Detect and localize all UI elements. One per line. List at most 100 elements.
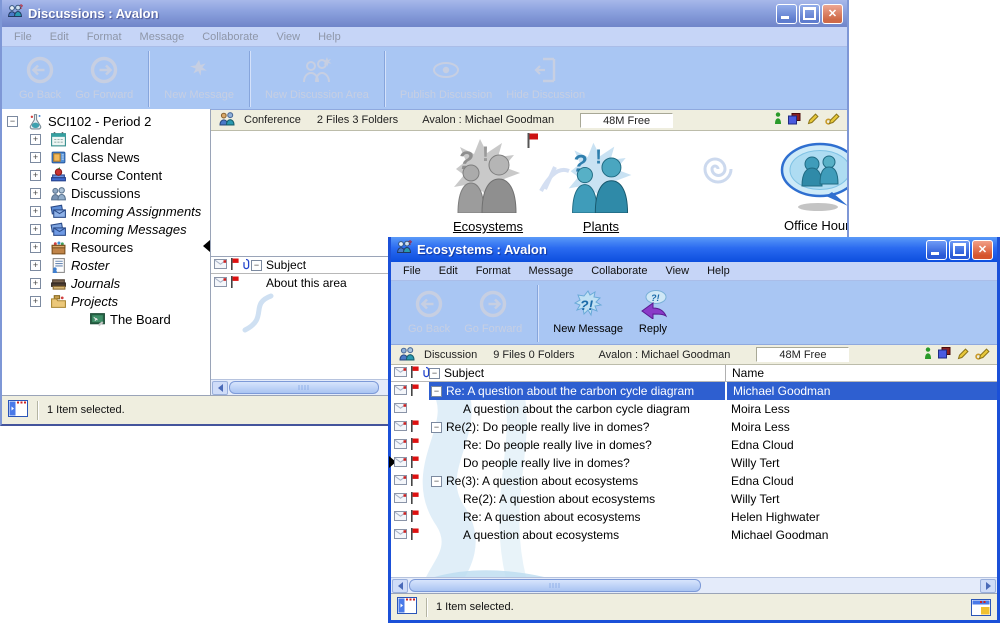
menu-message[interactable]: Message xyxy=(131,31,194,43)
maximize-button[interactable] xyxy=(799,4,820,24)
new-message-button[interactable]: ?! New Message xyxy=(546,283,630,344)
menu-edit[interactable]: Edit xyxy=(430,265,467,277)
discussion-icon xyxy=(398,346,416,364)
expand-icon[interactable]: + xyxy=(30,242,41,253)
scroll-left-button[interactable] xyxy=(392,579,408,593)
title-bar[interactable]: ? Ecosystems : Avalon xyxy=(391,237,997,262)
expand-icon[interactable]: + xyxy=(30,134,41,145)
tree-item[interactable]: + Course Content xyxy=(2,166,210,184)
tree-item[interactable]: + Incoming Assignments xyxy=(2,202,210,220)
collapse-all-icon[interactable]: − xyxy=(429,368,440,379)
horizontal-scrollbar[interactable] xyxy=(391,577,997,593)
message-row[interactable]: − Re: A question about the carbon cycle … xyxy=(391,382,997,400)
expand-icon[interactable]: + xyxy=(30,170,41,181)
go-back-button[interactable]: Go Back xyxy=(401,283,457,344)
expand-icon[interactable]: + xyxy=(30,296,41,307)
expand-icon[interactable]: + xyxy=(30,152,41,163)
menu-edit[interactable]: Edit xyxy=(41,31,78,43)
go-forward-button[interactable]: Go Forward xyxy=(457,283,529,344)
envelope-icon xyxy=(394,366,407,380)
collapse-all-icon[interactable]: − xyxy=(251,260,262,271)
scrollbar-thumb[interactable] xyxy=(229,381,379,394)
tree-item[interactable]: + Journals xyxy=(2,274,210,292)
menu-view[interactable]: View xyxy=(656,265,698,277)
list-header[interactable]: − Subject Name xyxy=(391,365,997,382)
flag-icon xyxy=(410,438,419,453)
menu-help[interactable]: Help xyxy=(698,265,739,277)
message-subject: About this area xyxy=(266,276,347,290)
maximize-button[interactable] xyxy=(949,240,970,260)
desktop-icon-plants[interactable]: ?! Plants xyxy=(551,139,651,234)
message-row[interactable]: − Re(3): A question about ecosystems Edn… xyxy=(391,472,997,490)
menu-format[interactable]: Format xyxy=(78,31,131,43)
message-row[interactable]: Re: Do people really live in domes? Edna… xyxy=(391,436,997,454)
minimize-button[interactable] xyxy=(776,4,797,24)
permissions-icon[interactable] xyxy=(788,113,801,128)
pane-toggle-icon[interactable] xyxy=(8,400,28,420)
tree-item[interactable]: + Resources xyxy=(2,238,210,256)
edit-permissions-icon[interactable] xyxy=(825,112,840,128)
permissions-icon[interactable] xyxy=(938,347,951,362)
presence-icon[interactable] xyxy=(924,347,932,363)
scrollbar-thumb[interactable] xyxy=(409,579,701,592)
title-bar[interactable]: ? Discussions : Avalon xyxy=(2,0,847,27)
view-toggle-icon[interactable] xyxy=(971,599,991,616)
message-subject: A question about ecosystems xyxy=(463,528,619,542)
hide-discussion-button[interactable]: Hide Discussion xyxy=(499,49,592,109)
menu-collaborate[interactable]: Collaborate xyxy=(582,265,656,277)
desktop-icon-ecosystems[interactable]: ?! Ecosystems xyxy=(433,135,543,234)
go-back-button[interactable]: Go Back xyxy=(12,49,68,109)
message-row[interactable]: Do people really live in domes? Willy Te… xyxy=(391,454,997,472)
expand-icon[interactable]: + xyxy=(30,278,41,289)
menu-file[interactable]: File xyxy=(394,265,430,277)
message-row[interactable]: A question about ecosystems Michael Good… xyxy=(391,526,997,544)
tree-item[interactable]: + Class News xyxy=(2,148,210,166)
minimize-button[interactable] xyxy=(926,240,947,260)
message-row[interactable]: Re: A question about ecosystems Helen Hi… xyxy=(391,508,997,526)
new-discussion-area-button[interactable]: New Discussion Area xyxy=(258,49,376,109)
close-button[interactable] xyxy=(822,4,843,24)
edit-permissions-icon[interactable] xyxy=(975,347,990,363)
message-row[interactable]: − Re(2): Do people really live in domes?… xyxy=(391,418,997,436)
tree-item[interactable]: + Calendar xyxy=(2,130,210,148)
expand-icon[interactable]: + xyxy=(30,260,41,271)
scroll-left-button[interactable] xyxy=(212,381,228,395)
go-forward-button[interactable]: Go Forward xyxy=(68,49,140,109)
tree-item[interactable]: + Incoming Messages xyxy=(2,220,210,238)
collapse-icon[interactable]: − xyxy=(431,386,442,397)
presence-icon[interactable] xyxy=(774,112,782,128)
collapse-icon[interactable]: − xyxy=(7,116,18,127)
message-row[interactable]: A question about the carbon cycle diagra… xyxy=(391,400,997,418)
publish-discussion-button[interactable]: Publish Discussion xyxy=(393,49,499,109)
pane-toggle-icon[interactable] xyxy=(397,597,417,617)
splitter-arrow[interactable] xyxy=(203,240,210,252)
menu-file[interactable]: File xyxy=(5,31,41,43)
expand-icon[interactable]: + xyxy=(30,206,41,217)
menu-message[interactable]: Message xyxy=(520,265,583,277)
menu-collaborate[interactable]: Collaborate xyxy=(193,31,267,43)
edit-pencil-icon[interactable] xyxy=(957,347,969,363)
desktop-icon-office-hours[interactable]: Office Hours xyxy=(755,140,847,233)
menu-help[interactable]: Help xyxy=(309,31,350,43)
free-space: 48M Free xyxy=(580,113,673,128)
collapse-icon[interactable]: − xyxy=(431,476,442,487)
tree-item-label: Incoming Assignments xyxy=(71,204,201,219)
publish-discussion-label: Publish Discussion xyxy=(400,89,492,101)
reply-button[interactable]: ?! Reply xyxy=(630,283,676,344)
menu-format[interactable]: Format xyxy=(467,265,520,277)
tree-item[interactable]: The Board xyxy=(2,310,210,328)
expand-icon[interactable]: + xyxy=(30,188,41,199)
close-button[interactable] xyxy=(972,240,993,260)
tree-item[interactable]: + Roster xyxy=(2,256,210,274)
collapse-icon[interactable]: − xyxy=(431,422,442,433)
tree-item[interactable]: + Discussions xyxy=(2,184,210,202)
expand-icon[interactable]: + xyxy=(30,224,41,235)
message-row[interactable]: Re(2): A question about ecosystems Willy… xyxy=(391,490,997,508)
tree-item[interactable]: − SCI102 - Period 2 xyxy=(2,112,210,130)
tree-item[interactable]: + Projects xyxy=(2,292,210,310)
message-author: Moira Less xyxy=(725,418,997,436)
edit-pencil-icon[interactable] xyxy=(807,112,819,128)
menu-view[interactable]: View xyxy=(267,31,309,43)
new-message-button[interactable]: New Message xyxy=(157,49,241,109)
scroll-right-button[interactable] xyxy=(980,579,996,593)
